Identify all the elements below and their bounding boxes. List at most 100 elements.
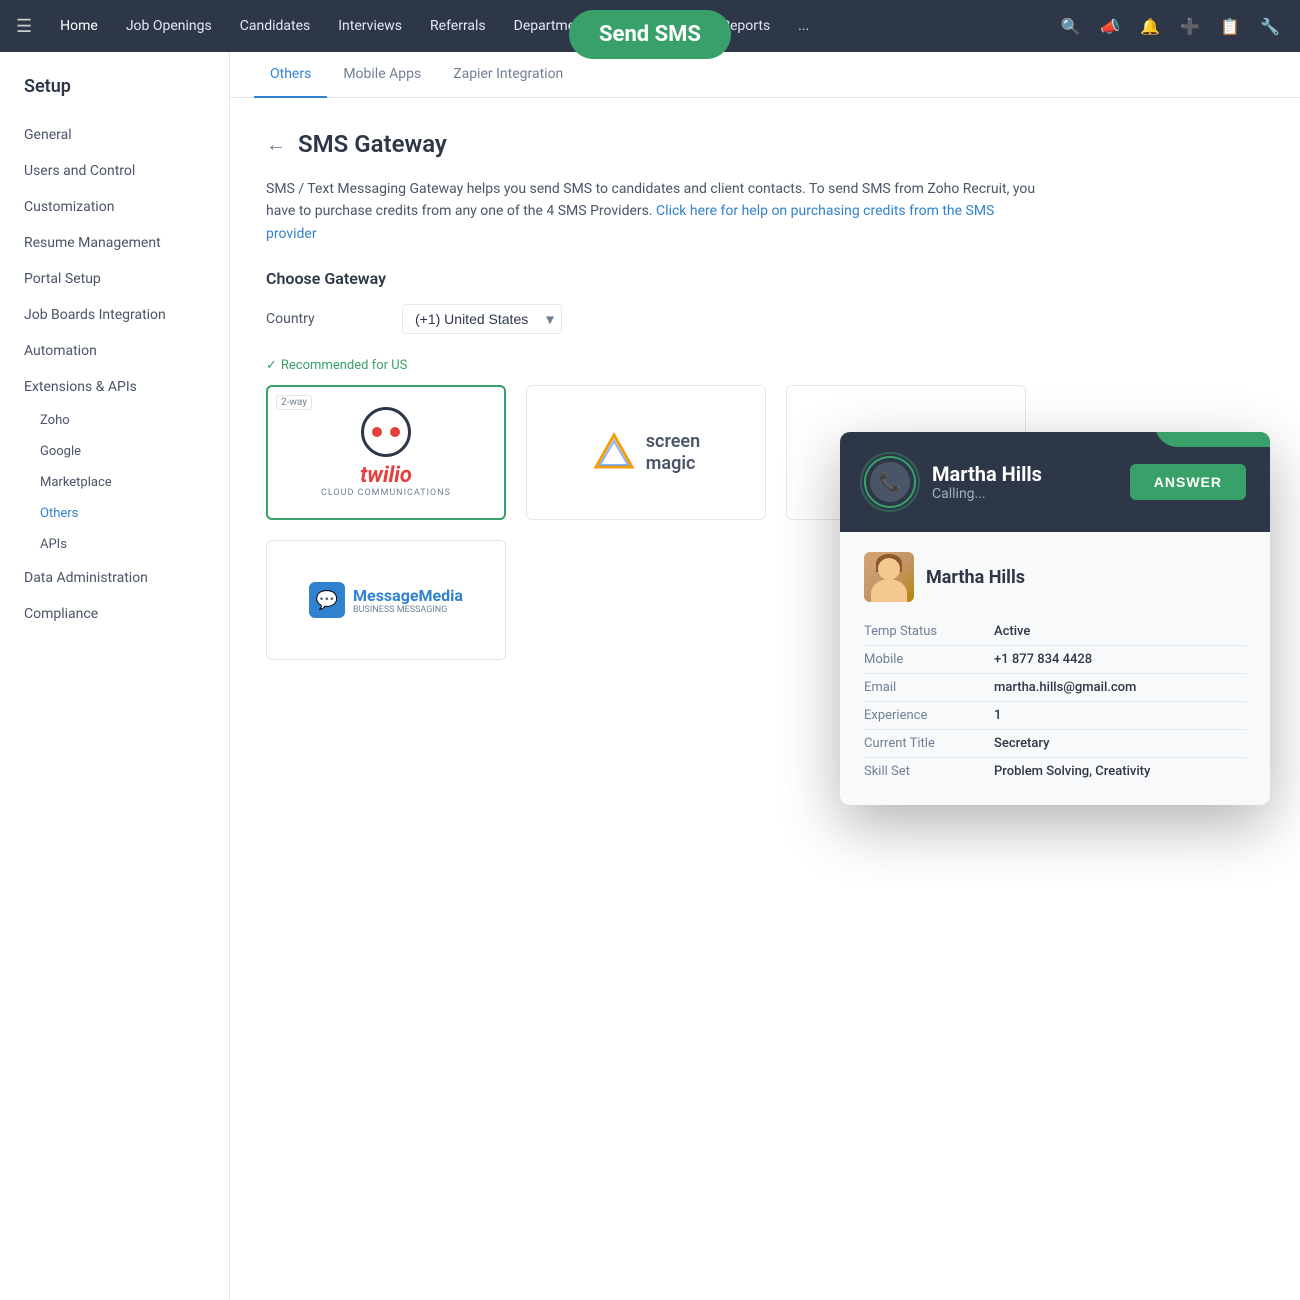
value-email: martha.hills@gmail.com bbox=[994, 680, 1246, 695]
check-icon: ✓ bbox=[266, 358, 277, 373]
label-mobile: Mobile bbox=[864, 652, 994, 667]
screenmagic-logo: screen magic bbox=[592, 431, 700, 475]
recommended-badge: ✓ Recommended for US bbox=[266, 358, 1264, 373]
twilio-dot-left bbox=[372, 427, 382, 437]
screenmagic-icon bbox=[592, 431, 636, 475]
gateway-twilio[interactable]: 2-way twilio CLOUD COMMUNICATIONS bbox=[266, 385, 506, 520]
label-experience: Experience bbox=[864, 708, 994, 723]
main-layout: Setup General Users and Control Customiz… bbox=[0, 52, 1300, 1300]
sidebar-item-portal-setup[interactable]: Portal Setup bbox=[0, 261, 229, 297]
sidebar-sub-item-others[interactable]: Others bbox=[0, 498, 229, 529]
country-label: Country bbox=[266, 311, 386, 327]
call-ring-animation bbox=[860, 452, 920, 512]
back-button[interactable]: ← bbox=[266, 132, 286, 157]
detail-row-mobile: Mobile +1 877 834 4428 bbox=[864, 646, 1246, 674]
sidebar-sub-item-google[interactable]: Google bbox=[0, 436, 229, 467]
search-icon[interactable]: 🔍 bbox=[1056, 13, 1084, 40]
contact-header: Martha Hills bbox=[864, 552, 1246, 602]
gateway-messagemedia[interactable]: 💬 MessageMedia BUSINESS MESSAGING bbox=[266, 540, 506, 660]
tabs: Others Mobile Apps Zapier Integration bbox=[230, 52, 1300, 98]
sidebar-item-resume-management[interactable]: Resume Management bbox=[0, 225, 229, 261]
sidebar-item-automation[interactable]: Automation bbox=[0, 333, 229, 369]
contact-details: Temp Status Active Mobile +1 877 834 442… bbox=[864, 618, 1246, 785]
call-avatar-ring: 📞 bbox=[864, 456, 916, 508]
sidebar: Setup General Users and Control Customiz… bbox=[0, 52, 230, 1300]
twilio-icon bbox=[361, 407, 411, 457]
nav-home[interactable]: Home bbox=[48, 12, 110, 40]
twilio-dot-right bbox=[390, 427, 400, 437]
value-mobile: +1 877 834 4428 bbox=[994, 652, 1246, 667]
sidebar-item-users-control[interactable]: Users and Control bbox=[0, 153, 229, 189]
value-temp-status: Active bbox=[994, 624, 1246, 639]
gateway-screenmagic[interactable]: screen magic bbox=[526, 385, 766, 520]
nav-icons: 🔍 📣 🔔 ➕ 📋 🔧 bbox=[1056, 13, 1284, 40]
value-current-title: Secretary bbox=[994, 736, 1246, 751]
call-info: Martha Hills Calling... bbox=[932, 462, 1114, 502]
messagemedia-logo: 💬 MessageMedia BUSINESS MESSAGING bbox=[309, 582, 463, 618]
detail-row-email: Email martha.hills@gmail.com bbox=[864, 674, 1246, 702]
megaphone-icon[interactable]: 📣 bbox=[1096, 13, 1124, 40]
tab-others[interactable]: Others bbox=[254, 52, 327, 98]
country-row: Country (+1) United States bbox=[266, 304, 1264, 334]
avatar-face bbox=[878, 558, 900, 580]
detail-row-experience: Experience 1 bbox=[864, 702, 1246, 730]
tools-icon[interactable]: 🔧 bbox=[1256, 13, 1284, 40]
sidebar-sub-item-marketplace[interactable]: Marketplace bbox=[0, 467, 229, 498]
value-skill-set: Problem Solving, Creativity bbox=[994, 764, 1246, 779]
detail-row-temp-status: Temp Status Active bbox=[864, 618, 1246, 646]
nav-referrals[interactable]: Referrals bbox=[418, 12, 498, 40]
label-temp-status: Temp Status bbox=[864, 624, 994, 639]
sidebar-item-general[interactable]: General bbox=[0, 117, 229, 153]
nav-interviews[interactable]: Interviews bbox=[326, 12, 414, 40]
label-email: Email bbox=[864, 680, 994, 695]
clipboard-icon[interactable]: 📋 bbox=[1216, 13, 1244, 40]
hamburger-icon[interactable]: ☰ bbox=[16, 16, 32, 37]
label-current-title: Current Title bbox=[864, 736, 994, 751]
section-title: Choose Gateway bbox=[266, 269, 1264, 288]
page-description: SMS / Text Messaging Gateway helps you s… bbox=[266, 178, 1046, 245]
send-sms-badge: Send SMS bbox=[569, 10, 731, 59]
call-popup: Make calls 📞 Martha Hills Calling... ANS… bbox=[840, 432, 1270, 805]
contact-name: Martha Hills bbox=[926, 567, 1025, 588]
nav-more[interactable]: ... bbox=[786, 12, 821, 40]
call-status: Calling... bbox=[932, 486, 1114, 502]
country-select-wrapper: (+1) United States bbox=[402, 304, 562, 334]
contact-avatar-image bbox=[864, 552, 914, 602]
contact-avatar bbox=[864, 552, 914, 602]
call-name: Martha Hills bbox=[932, 462, 1114, 486]
sidebar-item-extensions-apis[interactable]: Extensions & APIs bbox=[0, 369, 229, 405]
tab-mobile-apps[interactable]: Mobile Apps bbox=[327, 52, 437, 98]
detail-row-skill-set: Skill Set Problem Solving, Creativity bbox=[864, 758, 1246, 785]
two-way-badge: 2-way bbox=[276, 395, 312, 410]
nav-candidates[interactable]: Candidates bbox=[228, 12, 323, 40]
country-select[interactable]: (+1) United States bbox=[402, 304, 562, 334]
detail-row-current-title: Current Title Secretary bbox=[864, 730, 1246, 758]
messagemedia-icon: 💬 bbox=[309, 582, 345, 618]
main-content: Others Mobile Apps Zapier Integration ← … bbox=[230, 52, 1300, 1300]
sidebar-item-compliance[interactable]: Compliance bbox=[0, 596, 229, 632]
back-header: ← SMS Gateway bbox=[266, 130, 1264, 158]
avatar-body bbox=[871, 579, 907, 602]
make-calls-badge: Make calls bbox=[1155, 432, 1270, 447]
sidebar-item-customization[interactable]: Customization bbox=[0, 189, 229, 225]
bell-icon[interactable]: 🔔 bbox=[1136, 13, 1164, 40]
messagemedia-text: MessageMedia bbox=[353, 586, 463, 605]
screenmagic-text: screen magic bbox=[646, 431, 700, 474]
call-header: 📞 Martha Hills Calling... ANSWER bbox=[840, 432, 1270, 532]
sidebar-item-data-admin[interactable]: Data Administration bbox=[0, 560, 229, 596]
tab-zapier-integration[interactable]: Zapier Integration bbox=[437, 52, 579, 98]
page-title: SMS Gateway bbox=[298, 130, 447, 158]
messagemedia-text-block: MessageMedia BUSINESS MESSAGING bbox=[353, 586, 463, 615]
twilio-logo: twilio CLOUD COMMUNICATIONS bbox=[321, 407, 451, 498]
sidebar-title: Setup bbox=[0, 76, 229, 117]
sidebar-item-job-boards[interactable]: Job Boards Integration bbox=[0, 297, 229, 333]
value-experience: 1 bbox=[994, 708, 1246, 723]
sidebar-sub-item-apis[interactable]: APIs bbox=[0, 529, 229, 560]
messagemedia-sub: BUSINESS MESSAGING bbox=[353, 605, 463, 615]
answer-button[interactable]: ANSWER bbox=[1130, 464, 1246, 500]
twilio-wordmark: twilio bbox=[360, 463, 412, 488]
nav-job-openings[interactable]: Job Openings bbox=[114, 12, 224, 40]
label-skill-set: Skill Set bbox=[864, 764, 994, 779]
plus-icon[interactable]: ➕ bbox=[1176, 13, 1204, 40]
sidebar-sub-item-zoho[interactable]: Zoho bbox=[0, 405, 229, 436]
